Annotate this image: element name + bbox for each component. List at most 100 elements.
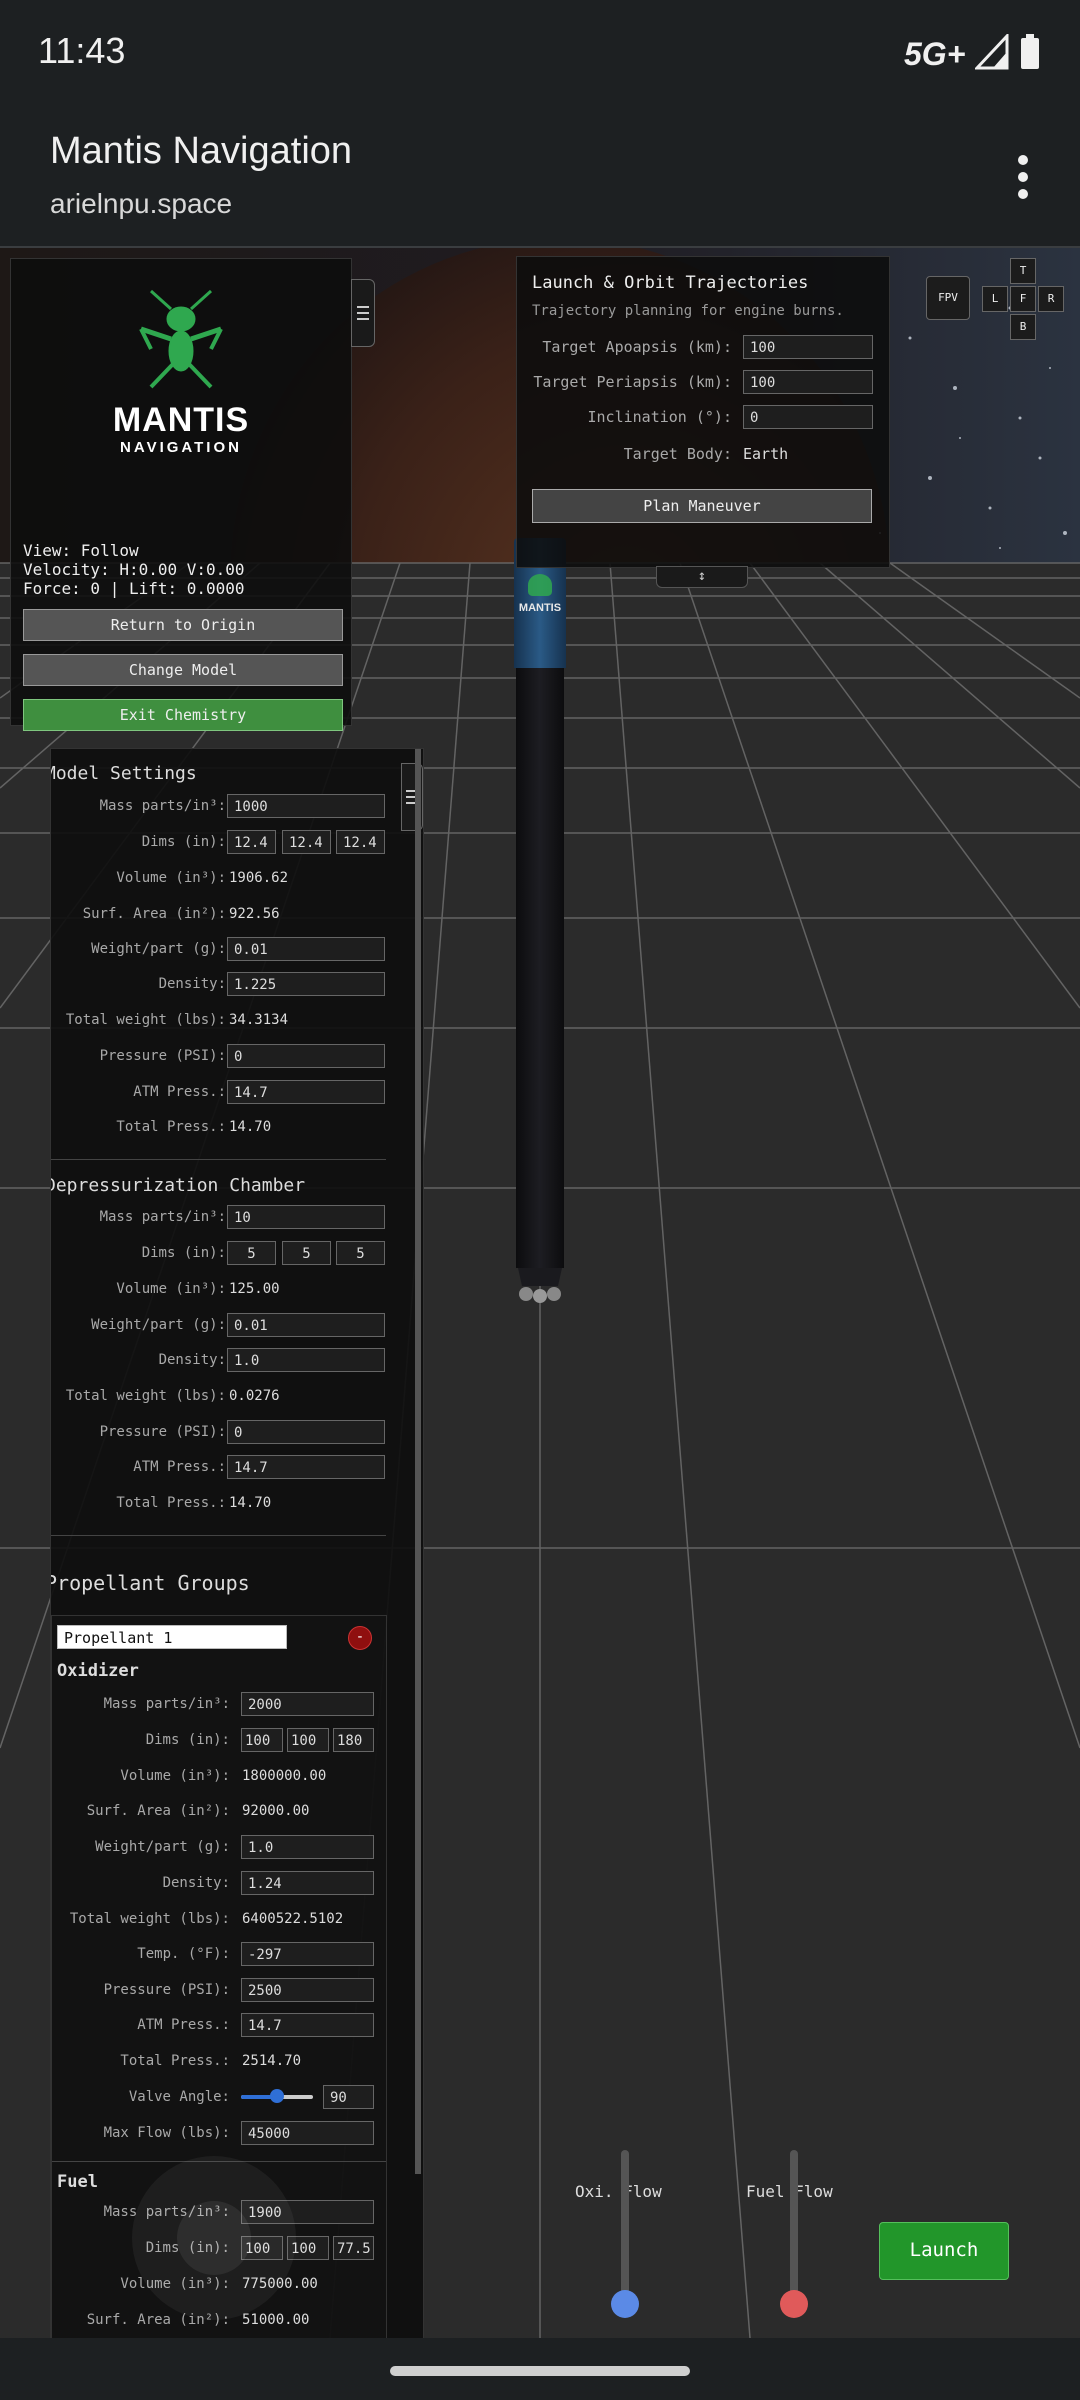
dc-atm-input[interactable]: 14.7 [227, 1455, 385, 1479]
oxi-flow-slider[interactable] [611, 2150, 639, 2318]
inclination-input[interactable]: 0 [743, 405, 873, 429]
camera-front-button[interactable]: F [1010, 286, 1036, 312]
dc-dim-y-input[interactable]: 5 [282, 1241, 331, 1265]
slider-thumb[interactable] [611, 2290, 639, 2318]
ox-dim-z-input[interactable]: 180 [333, 1728, 374, 1752]
ox-mass-input[interactable]: 2000 [241, 1692, 374, 1716]
app-title: Mantis Navigation [50, 130, 353, 172]
ms-dims-label: Dims (in): [141, 834, 226, 850]
trajectory-panel: Launch & Orbit Trajectories Trajectory p… [516, 256, 890, 568]
dc-psi-label: Pressure (PSI): [99, 1424, 226, 1440]
ox-atm-input[interactable]: 14.7 [241, 2013, 374, 2037]
battery-icon [1020, 34, 1040, 74]
dc-total-value: 0.0276 [229, 1388, 280, 1404]
return-to-origin-button[interactable]: Return to Origin [23, 609, 343, 641]
fpv-camera-button[interactable]: FPV [926, 276, 970, 320]
dc-wpp-input[interactable]: 0.01 [227, 1313, 385, 1337]
propellant-name-input[interactable]: Propellant 1 [57, 1625, 287, 1649]
settings-panel[interactable]: Model Settings Mass parts/in³: 1000 Dims… [50, 748, 424, 2338]
ms-dim-z-input[interactable]: 12.4 [336, 830, 385, 854]
scene-viewport[interactable]: MANTIS MANTIS NAVIGATION View: Follow Ve… [0, 248, 1080, 2338]
divider [51, 1159, 386, 1160]
trajectory-collapse-handle[interactable]: ↕ [656, 566, 748, 588]
ms-psi-label: Pressure (PSI): [99, 1048, 226, 1064]
ms-dim-y-input[interactable]: 12.4 [282, 830, 331, 854]
logo-title: MANTIS [112, 401, 250, 439]
more-options-icon[interactable] [1010, 154, 1036, 200]
plan-maneuver-button[interactable]: Plan Maneuver [532, 489, 872, 523]
settings-scrollbar[interactable] [415, 749, 421, 2174]
ox-valve-slider[interactable] [241, 2089, 313, 2103]
virtual-joystick[interactable] [132, 2156, 296, 2320]
velocity-readout: Velocity: H:0.00 V:0.00 [23, 560, 245, 579]
ms-atm-input[interactable]: 14.7 [227, 1080, 385, 1104]
slider-track [621, 2150, 629, 2308]
network-type: 5G+ [904, 36, 966, 72]
ms-atm-label: ATM Press.: [133, 1084, 226, 1100]
remove-propellant-button[interactable]: - [348, 1626, 372, 1650]
exit-chemistry-button[interactable]: Exit Chemistry [23, 699, 343, 731]
ms-tp-value: 14.70 [229, 1119, 272, 1135]
ox-psi-input[interactable]: 2500 [241, 1978, 374, 2002]
signal-icon [973, 32, 1009, 74]
minus-icon: - [355, 1629, 365, 1645]
ox-maxflow-input[interactable]: 45000 [241, 2121, 374, 2145]
fuel-flow-slider[interactable] [780, 2150, 808, 2318]
ox-wpp-label: Weight/part (g): [95, 1839, 230, 1855]
ox-wpp-input[interactable]: 1.0 [241, 1835, 374, 1859]
dc-mass-input[interactable]: 10 [227, 1205, 385, 1229]
slider-thumb[interactable] [270, 2089, 284, 2103]
slider-track [790, 2150, 798, 2308]
dc-dims-label: Dims (in): [141, 1245, 226, 1261]
divider [51, 1535, 386, 1536]
fuel-dim-z-input[interactable]: 77.5 [333, 2236, 374, 2260]
ms-density-input[interactable]: 1.225 [227, 972, 385, 996]
home-gesture-handle[interactable] [390, 2366, 690, 2376]
apoapsis-input[interactable]: 100 [743, 335, 873, 359]
slider-thumb[interactable] [780, 2290, 808, 2318]
ms-dim-x-input[interactable]: 12.4 [227, 830, 276, 854]
rocket-body [516, 668, 564, 1268]
ms-mass-input[interactable]: 1000 [227, 794, 385, 818]
mantis-logo-icon [131, 289, 231, 389]
rocket-model[interactable]: MANTIS [510, 538, 570, 1388]
dc-tp-label: Total Press.: [116, 1495, 226, 1511]
camera-left-button[interactable]: L [982, 286, 1008, 312]
ox-total-label: Total weight (lbs): [69, 1911, 230, 1927]
dc-tp-value: 14.70 [229, 1495, 272, 1511]
ms-psi-input[interactable]: 0 [227, 1044, 385, 1068]
periapsis-input[interactable]: 100 [743, 370, 873, 394]
ox-valve-label: Valve Angle: [128, 2089, 230, 2105]
change-model-button[interactable]: Change Model [23, 654, 343, 686]
force-readout: Force: 0 | Lift: 0.0000 [23, 579, 245, 598]
dc-volume-value: 125.00 [229, 1281, 280, 1297]
camera-bottom-button[interactable]: B [1010, 314, 1036, 340]
ms-total-label: Total weight (lbs): [65, 1012, 226, 1028]
dc-density-input[interactable]: 1.0 [227, 1348, 385, 1372]
hud-menu-button[interactable] [351, 279, 375, 347]
rocket-logo-text: MANTIS [518, 602, 562, 614]
dc-wpp-label: Weight/part (g): [91, 1317, 226, 1333]
ox-dim-x-input[interactable]: 100 [241, 1728, 283, 1752]
ox-density-input[interactable]: 1.24 [241, 1871, 374, 1895]
ox-valve-input[interactable]: 90 [323, 2085, 374, 2109]
ms-total-value: 34.3134 [229, 1012, 289, 1028]
dc-psi-input[interactable]: 0 [227, 1420, 385, 1444]
dc-dim-x-input[interactable]: 5 [227, 1241, 276, 1265]
ox-temp-input[interactable]: -297 [241, 1942, 374, 1966]
launch-button[interactable]: Launch [879, 2222, 1009, 2280]
dc-total-label: Total weight (lbs): [65, 1388, 226, 1404]
ox-dim-y-input[interactable]: 100 [287, 1728, 329, 1752]
oxidizer-title: Oxidizer [57, 1661, 139, 1681]
ox-density-label: Density: [162, 1875, 230, 1891]
dc-dim-z-input[interactable]: 5 [336, 1241, 385, 1265]
ms-wpp-label: Weight/part (g): [91, 941, 226, 957]
hud-panel: MANTIS NAVIGATION View: Follow Velocity:… [10, 258, 375, 731]
ms-tp-label: Total Press.: [116, 1119, 226, 1135]
ms-wpp-input[interactable]: 0.01 [227, 937, 385, 961]
camera-right-button[interactable]: R [1038, 286, 1064, 312]
joystick-knob[interactable] [177, 2201, 251, 2275]
rocket-logo-icon [528, 574, 552, 596]
depress-title: Depressurization Chamber [50, 1175, 306, 1196]
camera-top-button[interactable]: T [1010, 258, 1036, 284]
